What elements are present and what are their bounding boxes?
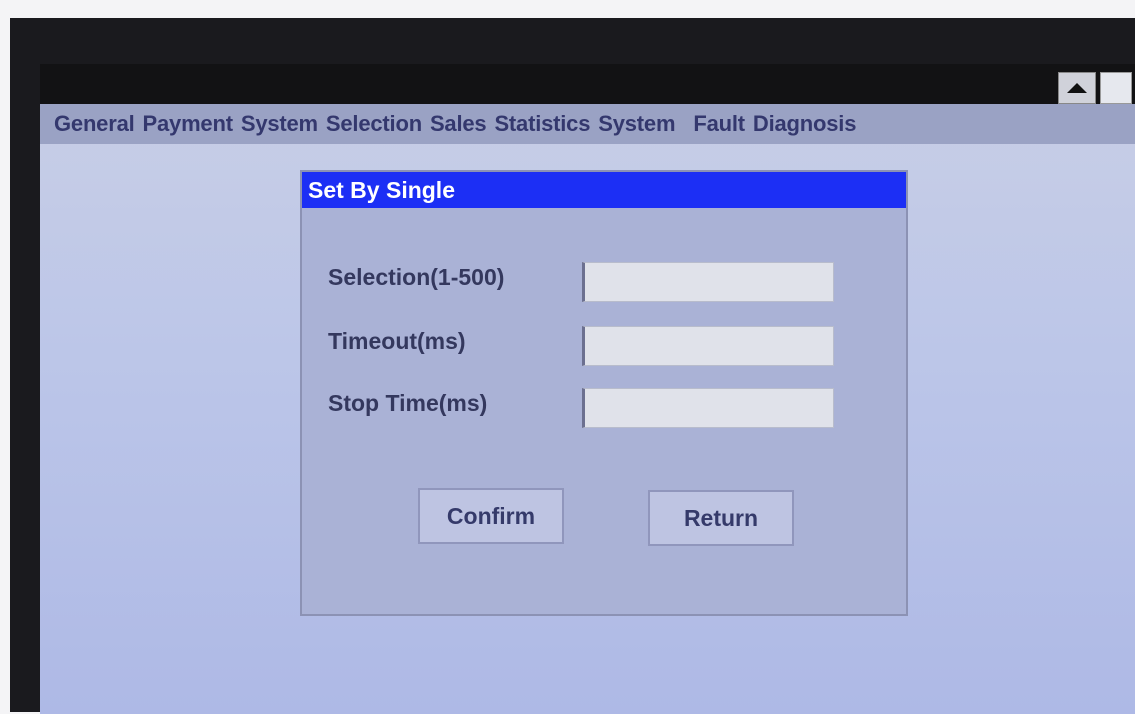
dialog-title: Set By Single [302,172,906,208]
menu-item-statistics[interactable]: Statistics [490,111,594,137]
timeout-label: Timeout(ms) [328,328,466,354]
menu-item-diagnosis[interactable]: Diagnosis [749,111,860,137]
title-bar [40,64,1135,104]
confirm-button[interactable]: Confirm [418,488,564,544]
menu-item-selection[interactable]: Selection [322,111,426,137]
device-bezel: General Payment System Selection Sales S… [10,18,1135,714]
screen: General Payment System Selection Sales S… [40,64,1135,714]
scroll-up-button[interactable] [1058,72,1096,104]
timeout-input[interactable] [582,326,834,366]
menu-item-system[interactable]: System [237,111,322,137]
menu-bar: General Payment System Selection Sales S… [40,104,1135,144]
menu-item-system-2[interactable]: System [594,111,679,137]
menu-item-payment[interactable]: Payment [139,111,237,137]
return-button[interactable]: Return [648,490,794,546]
window-box-button[interactable] [1100,72,1132,104]
menu-item-general[interactable]: General [40,111,139,137]
menu-item-fault[interactable]: Fault [679,111,749,137]
stop-time-input[interactable] [582,388,834,428]
set-by-single-dialog: Set By Single Selection(1-500) Timeout(m… [300,170,908,616]
stop-time-label: Stop Time(ms) [328,390,488,416]
menu-item-sales[interactable]: Sales [426,111,491,137]
triangle-up-icon [1067,83,1087,93]
selection-input[interactable] [582,262,834,302]
selection-label: Selection(1-500) [328,264,505,290]
